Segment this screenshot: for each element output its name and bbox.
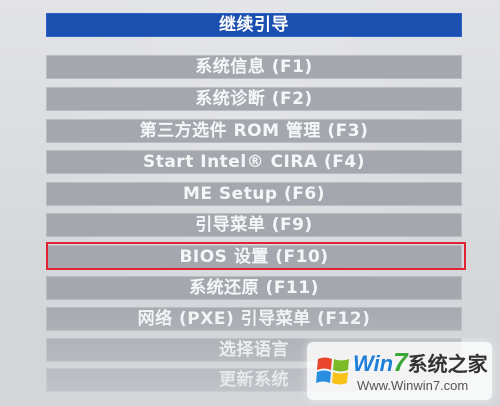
menu-item-boot-menu[interactable]: 引导菜单 (F9)	[46, 213, 462, 237]
menu-item-system-diagnostics[interactable]: 系统诊断 (F2)	[46, 87, 462, 111]
watermark-url: Www.Winwin7.com	[357, 378, 469, 393]
menu-item-continue-boot[interactable]: 继续引导	[46, 13, 462, 37]
site-watermark: Win7系统之家 Www.Winwin7.com	[307, 342, 492, 400]
windows-logo-icon	[316, 357, 349, 385]
watermark-title-win: Win	[353, 351, 394, 376]
menu-item-me-setup[interactable]: ME Setup (F6)	[46, 182, 462, 206]
menu-item-intel-cira[interactable]: Start Intel® CIRA (F4)	[46, 150, 462, 174]
menu-item-option-rom-management[interactable]: 第三方选件 ROM 管理 (F3)	[46, 119, 462, 143]
menu-item-network-boot[interactable]: 网络 (PXE) 引导菜单 (F12)	[46, 307, 462, 331]
menu-item-bios-setup[interactable]: BIOS 设置 (F10)	[46, 245, 462, 269]
boot-menu-screen: 继续引导 系统信息 (F1) 系统诊断 (F2) 第三方选件 ROM 管理 (F…	[0, 0, 500, 406]
watermark-title-cn: 系统之家	[407, 352, 488, 376]
watermark-title: Win7系统之家	[353, 349, 488, 377]
menu-item-system-recovery[interactable]: 系统还原 (F11)	[46, 276, 462, 300]
watermark-title-seven: 7	[393, 347, 408, 377]
menu-item-system-info[interactable]: 系统信息 (F1)	[46, 55, 462, 79]
